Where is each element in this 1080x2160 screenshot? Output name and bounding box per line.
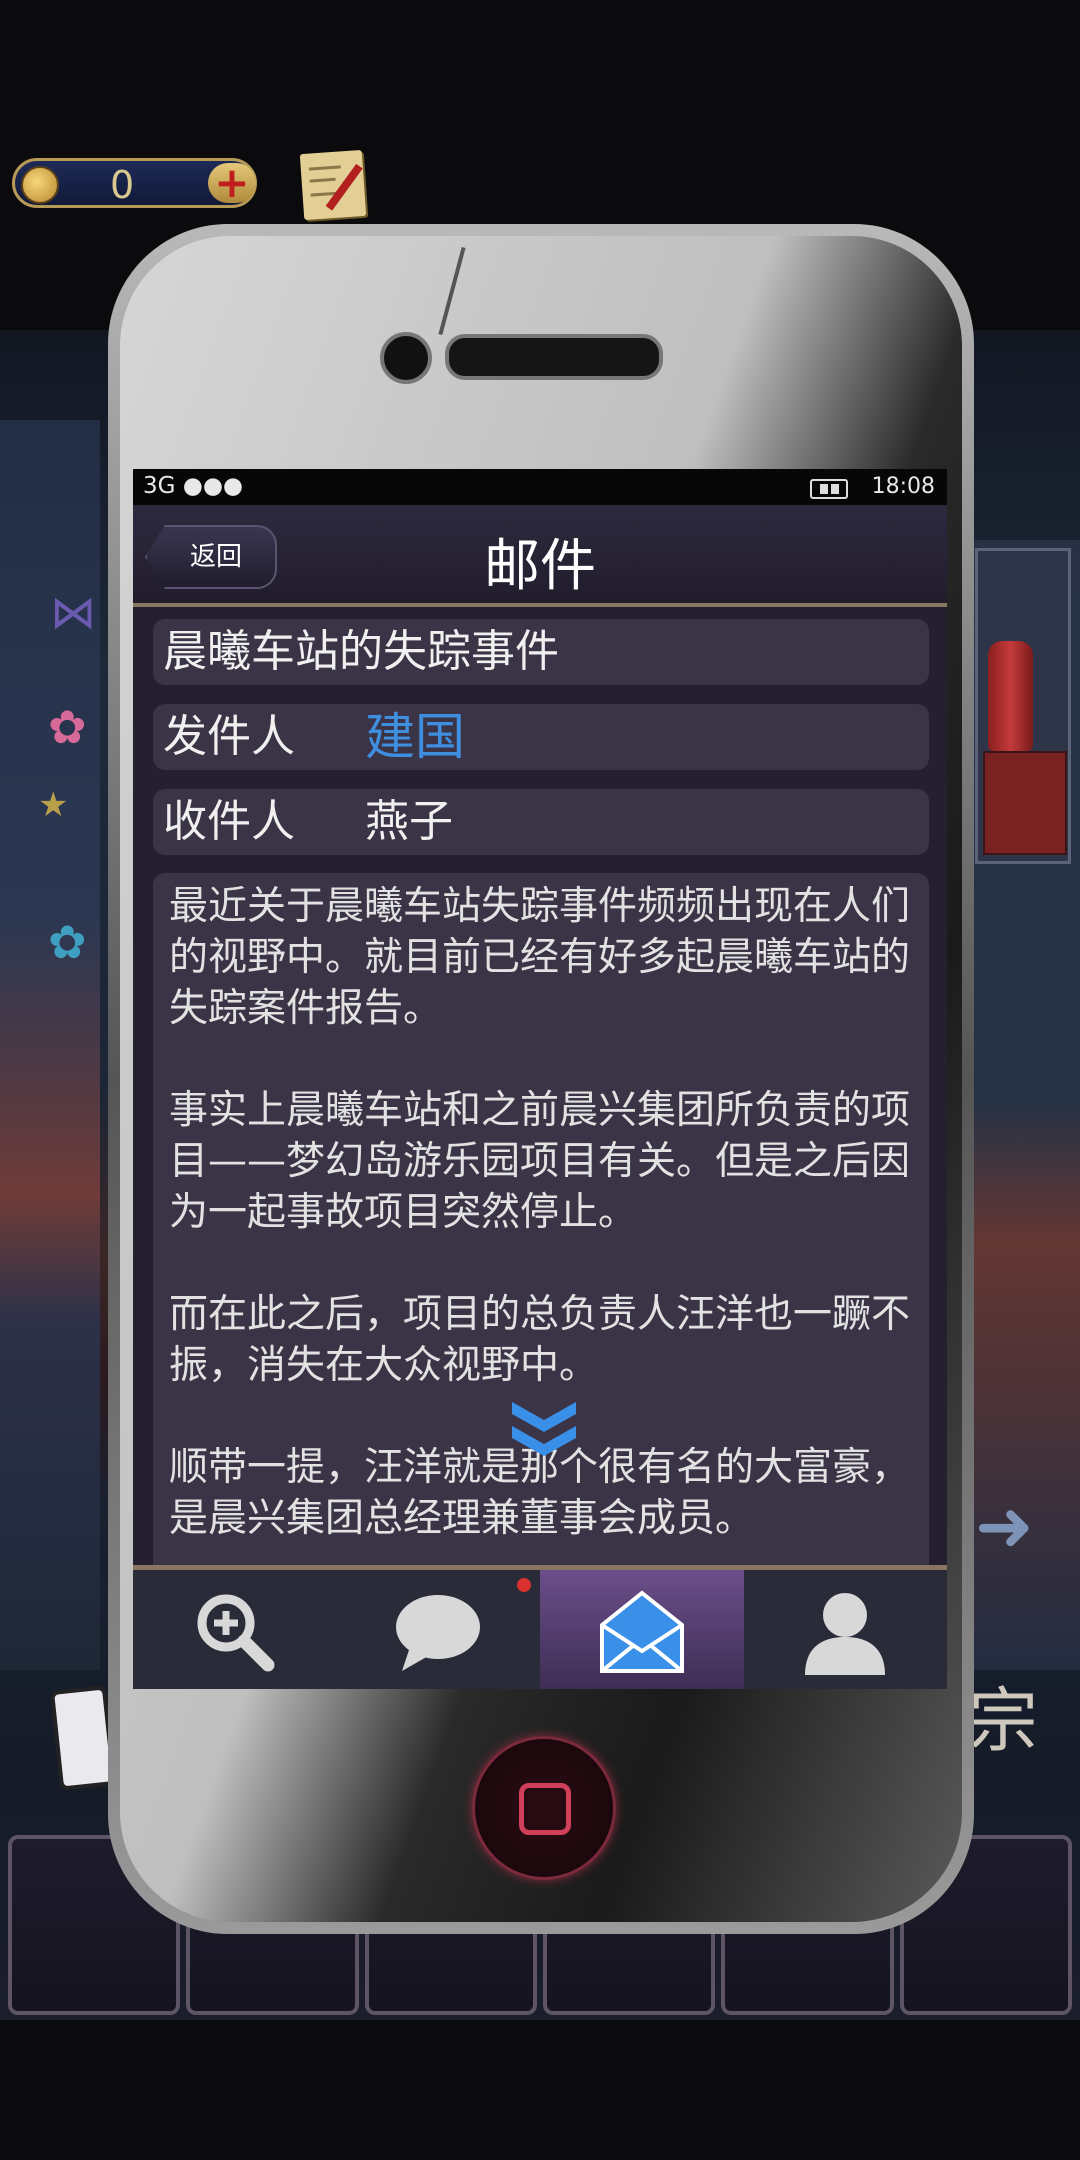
contact-icon	[805, 1593, 886, 1675]
coin-counter: 0 +	[12, 158, 257, 208]
page-title: 邮件	[484, 534, 596, 599]
mail-icon	[599, 1590, 684, 1673]
bottom-tab-bar	[133, 1565, 947, 1689]
fire-extinguisher-cabinet[interactable]	[975, 548, 1071, 864]
recipient-row: 收件人 燕子	[153, 789, 929, 855]
star-icon: ★	[38, 785, 69, 825]
carrier-signal: 3G ●●●	[143, 473, 243, 499]
tab-mail[interactable]	[540, 1570, 744, 1689]
clock: 18:08	[871, 474, 935, 499]
side-sign-glyph: 宗	[968, 1680, 1038, 1762]
phone-screen: 3G ●●● 18:08 返回 邮件 晨曦车站的失踪事件 发件人 建国 收件人 …	[133, 469, 947, 1689]
flower-icon: ✿	[48, 915, 87, 969]
tab-messages[interactable]	[337, 1570, 541, 1689]
sender-label: 发件人	[163, 711, 295, 762]
notification-badge	[516, 1578, 531, 1592]
fire-extinguisher	[988, 641, 1033, 751]
butterfly-icon: ⋈	[50, 585, 96, 639]
chat-bubble-icon	[396, 1595, 481, 1671]
earpiece-speaker	[445, 334, 663, 380]
pen-icon	[325, 163, 363, 211]
alarm-box	[983, 751, 1067, 855]
status-bar: 3G ●●● 18:08	[133, 469, 947, 505]
coin-value: 0	[110, 163, 135, 207]
mail-subject-row: 晨曦车站的失踪事件	[153, 619, 929, 685]
next-scene-arrow-icon[interactable]: ➜	[975, 1485, 1034, 1567]
add-coins-button[interactable]: +	[208, 162, 256, 204]
screen-crack	[438, 247, 466, 335]
battery-icon	[810, 479, 848, 499]
navigation-bar: 返回 邮件	[133, 505, 947, 607]
flower-icon: ✿	[48, 700, 87, 754]
mail-body-scroll[interactable]: 最近关于晨曦车站失踪事件频频出现在人们的视野中。就目前已经有好多起晨曦车站的失踪…	[153, 873, 929, 1633]
phone-item-icon[interactable]	[49, 1685, 117, 1791]
home-button[interactable]	[472, 1736, 616, 1880]
mail-subject: 晨曦车站的失踪事件	[163, 626, 559, 677]
recipient-label: 收件人	[163, 796, 295, 847]
recipient-name: 燕子	[365, 796, 453, 847]
front-camera	[380, 332, 432, 384]
tab-search[interactable]	[133, 1570, 337, 1689]
scroll-down-chevron-icon[interactable]	[506, 1396, 582, 1466]
sender-name-link[interactable]: 建国	[365, 704, 465, 770]
coin-icon	[21, 166, 59, 204]
home-square-icon	[519, 1783, 571, 1835]
tab-contacts[interactable]	[744, 1570, 948, 1689]
sender-row: 发件人 建国	[153, 704, 929, 770]
notes-icon[interactable]	[299, 149, 367, 221]
search-icon	[197, 1594, 275, 1672]
